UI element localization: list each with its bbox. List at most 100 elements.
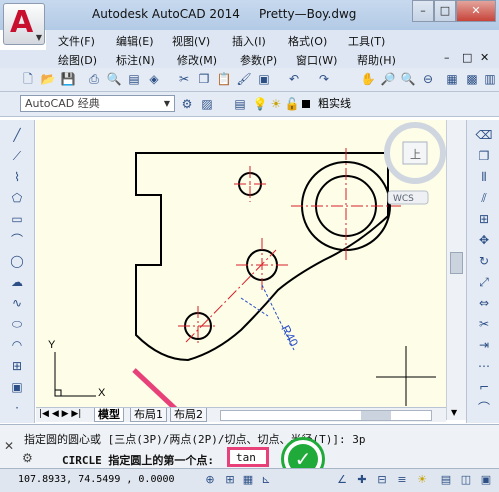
menu-edit[interactable]: 编辑(E) [116,33,154,49]
copy-object-icon[interactable]: ❐ [475,147,493,165]
menu-insert[interactable]: 插入(I) [232,33,266,49]
redo-icon[interactable]: ↷ [316,71,332,87]
make-block-icon[interactable]: ▣ [8,378,26,396]
scroll-thumb[interactable] [450,252,463,274]
menu-tools[interactable]: 工具(T) [348,33,385,49]
print-preview-icon[interactable]: 🔍 [106,71,122,87]
menu-format[interactable]: 格式(O) [288,33,327,49]
menu-window[interactable]: 窗口(W) [296,52,337,68]
fillet-icon[interactable]: ⌒ [475,399,493,417]
layer-on-bulb-icon[interactable]: 💡 [252,96,268,112]
hscroll-thumb[interactable] [361,411,391,420]
revision-cloud-icon[interactable]: ☁ [8,273,26,291]
zoom-realtime-icon[interactable]: 🔎 [380,71,396,87]
menu-modify[interactable]: 修改(M) [177,52,217,68]
command-wrench-icon[interactable]: ⚙ [22,451,33,465]
zoom-previous-icon[interactable]: ⊖ [420,71,436,87]
insert-block-icon[interactable]: ⊞ [8,357,26,375]
command-input-highlight[interactable]: tan [227,447,269,467]
command-close-icon[interactable]: ✕ [4,439,14,453]
scale-icon[interactable]: ⤢ [475,273,493,291]
point-icon[interactable]: · [8,399,26,417]
chamfer-icon[interactable]: ⌐ [475,378,493,396]
tab-model[interactable]: 模型 [94,408,124,422]
copy-icon[interactable]: ❐ [196,71,212,87]
snap-mode-icon[interactable]: ⊞ [222,472,238,488]
polygon-icon[interactable]: ⬠ [8,189,26,207]
publish-icon[interactable]: ▤ [126,71,142,87]
rotate-icon[interactable]: ↻ [475,252,493,270]
new-file-icon[interactable]: 🗋 [20,71,36,87]
layer-lock-icon[interactable]: 🔓 [284,96,300,112]
zoom-window-icon[interactable]: 🔍 [400,71,416,87]
tab-layout2[interactable]: 布局2 [170,408,207,422]
dynamic-input-icon[interactable]: ⊟ [374,472,390,488]
menu-help[interactable]: 帮助(H) [357,52,396,68]
menu-file[interactable]: 文件(F) [58,33,95,49]
design-center-icon[interactable]: ▩ [464,71,480,87]
ellipse-icon[interactable]: ⬭ [8,315,26,333]
tab-layout1[interactable]: 布局1 [130,408,167,422]
layer-freeze-sun-icon[interactable]: ☀ [268,96,284,112]
3d-publish-icon[interactable]: ◈ [146,71,162,87]
close-button[interactable]: ✕ [456,0,496,22]
lineweight-icon[interactable]: ≡ [394,472,410,488]
menu-view[interactable]: 视图(V) [172,33,210,49]
minimize-button[interactable]: – [412,0,434,22]
undo-icon[interactable]: ↶ [286,71,302,87]
break-icon[interactable]: ⋯ [475,357,493,375]
workspace-dropdown[interactable]: AutoCAD 经典 ▼ [20,95,175,112]
cut-icon[interactable]: ✂ [176,71,192,87]
print-icon[interactable]: ⎙ [86,71,102,87]
quick-properties-icon[interactable]: ▤ [438,472,454,488]
menu-draw[interactable]: 绘图(D) [58,52,97,68]
transparency-icon[interactable]: ☀ [414,472,430,488]
line-icon[interactable]: ╱ [8,126,26,144]
dynamic-ucs-icon[interactable]: ✚ [354,472,370,488]
move-icon[interactable]: ✥ [475,231,493,249]
infer-constraints-icon[interactable]: ⊕ [202,472,218,488]
ortho-mode-icon[interactable]: ⊾ [258,472,274,488]
tool-palettes-icon[interactable]: ▥ [482,71,498,87]
save-icon[interactable]: 💾 [60,71,76,87]
circle-icon[interactable]: ◯ [8,252,26,270]
command-input[interactable]: tan [236,451,256,464]
customize-icon[interactable]: ▨ [199,96,215,112]
layer-properties-icon[interactable]: ▤ [232,96,248,112]
erase-icon[interactable]: ⌫ [475,126,493,144]
match-properties-icon[interactable]: 🖌 [236,71,252,87]
application-menu-button[interactable]: A ▼ [3,3,45,45]
pan-hand-icon[interactable]: ✋ [360,71,376,87]
doc-close-button[interactable]: ✕ [480,51,489,64]
annotation-monitor-icon[interactable]: ▣ [478,472,494,488]
stretch-icon[interactable]: ⇔ [475,294,493,312]
tab-nav-arrows[interactable]: |◀ ◀ ▶ ▶| [39,408,81,421]
extend-icon[interactable]: ⇥ [475,336,493,354]
array-icon[interactable]: ⊞ [475,210,493,228]
ellipse-arc-icon[interactable]: ◠ [8,336,26,354]
doc-minimize-button[interactable]: – [444,51,450,64]
paste-icon[interactable]: 📋 [216,71,232,87]
offset-icon[interactable]: ⫽ [475,189,493,207]
scroll-down-arrow[interactable]: ▼ [451,408,457,417]
properties-icon[interactable]: ▦ [444,71,460,87]
selection-cycling-icon[interactable]: ◫ [458,472,474,488]
block-editor-icon[interactable]: ▣ [256,71,272,87]
grid-display-icon[interactable]: ▦ [240,472,256,488]
mirror-icon[interactable]: ⫴ [475,168,493,186]
vertical-scrollbar[interactable]: ▼ [446,120,466,420]
open-folder-icon[interactable]: 📂 [40,71,56,87]
spline-icon[interactable]: ∿ [8,294,26,312]
rectangle-icon[interactable]: ▭ [8,210,26,228]
polyline-icon[interactable]: ⌇ [8,168,26,186]
menu-parametric[interactable]: 参数(P) [240,52,277,68]
maximize-button[interactable]: □ [434,0,456,22]
doc-restore-button[interactable]: □ [462,51,472,64]
drawing-canvas[interactable]: R40 Y X 上 WCS [36,120,446,407]
workspace-settings-gear-icon[interactable]: ⚙ [179,96,195,112]
trim-icon[interactable]: ✂ [475,315,493,333]
construction-line-icon[interactable]: ⟋ [8,147,26,165]
horizontal-scrollbar[interactable] [220,410,432,421]
object-snap-tracking-icon[interactable]: ∠ [334,472,350,488]
menu-dimension[interactable]: 标注(N) [116,52,155,68]
